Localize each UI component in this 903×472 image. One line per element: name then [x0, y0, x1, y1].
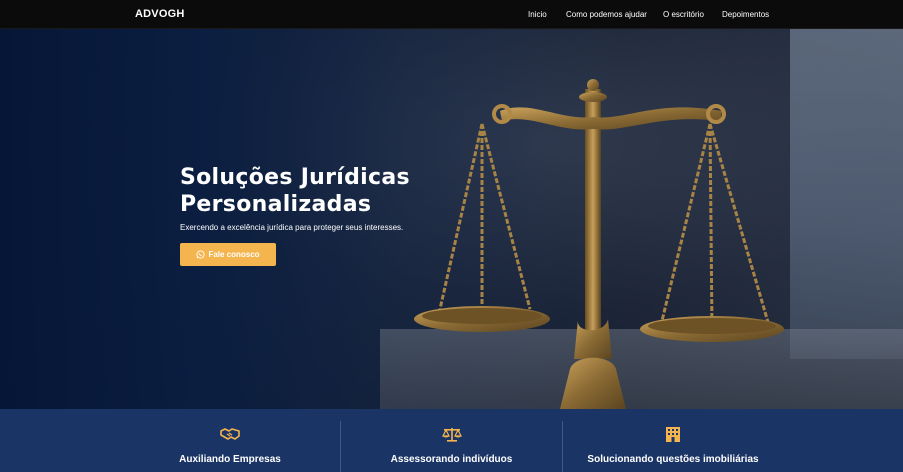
service-individuals[interactable]: Assessorando indivíduos — [341, 409, 562, 472]
contact-button[interactable]: Fale conosco — [180, 243, 276, 266]
service-label: Assessorando indivíduos — [390, 454, 513, 465]
hero-title: Soluções Jurídicas Personalizadas — [180, 165, 410, 217]
service-real-estate[interactable]: Solucionando questões imobiliárias — [563, 409, 783, 472]
building-icon — [666, 427, 680, 442]
nav-link-o-escritorio[interactable]: O escritório — [663, 10, 704, 19]
nav-link-como-podemos-ajudar[interactable]: Como podemos ajudar — [566, 10, 647, 19]
services-bar: Auxiliando Empresas Assessorando indivíd… — [0, 409, 903, 472]
scale-icon — [441, 428, 462, 442]
scales-of-justice-image — [414, 79, 784, 409]
whatsapp-icon — [196, 250, 205, 259]
nav-link-depoimentos[interactable]: Depoimentos — [722, 10, 769, 19]
service-companies[interactable]: Auxiliando Empresas — [120, 409, 340, 472]
service-label: Auxiliando Empresas — [179, 454, 281, 465]
hero-section: Soluções Jurídicas Personalizadas Exerce… — [0, 29, 903, 409]
hero-subtitle: Exercendo a excelência jurídica para pro… — [180, 223, 404, 232]
nav-link-inicio[interactable]: Inicio — [528, 10, 547, 19]
service-label: Solucionando questões imobiliárias — [587, 454, 759, 465]
handshake-icon — [220, 428, 240, 440]
navbar: ADVOGH Inicio Como podemos ajudar O escr… — [0, 0, 903, 29]
contact-button-label: Fale conosco — [208, 250, 260, 259]
nav-links: Inicio Como podemos ajudar O escritório … — [0, 10, 903, 22]
